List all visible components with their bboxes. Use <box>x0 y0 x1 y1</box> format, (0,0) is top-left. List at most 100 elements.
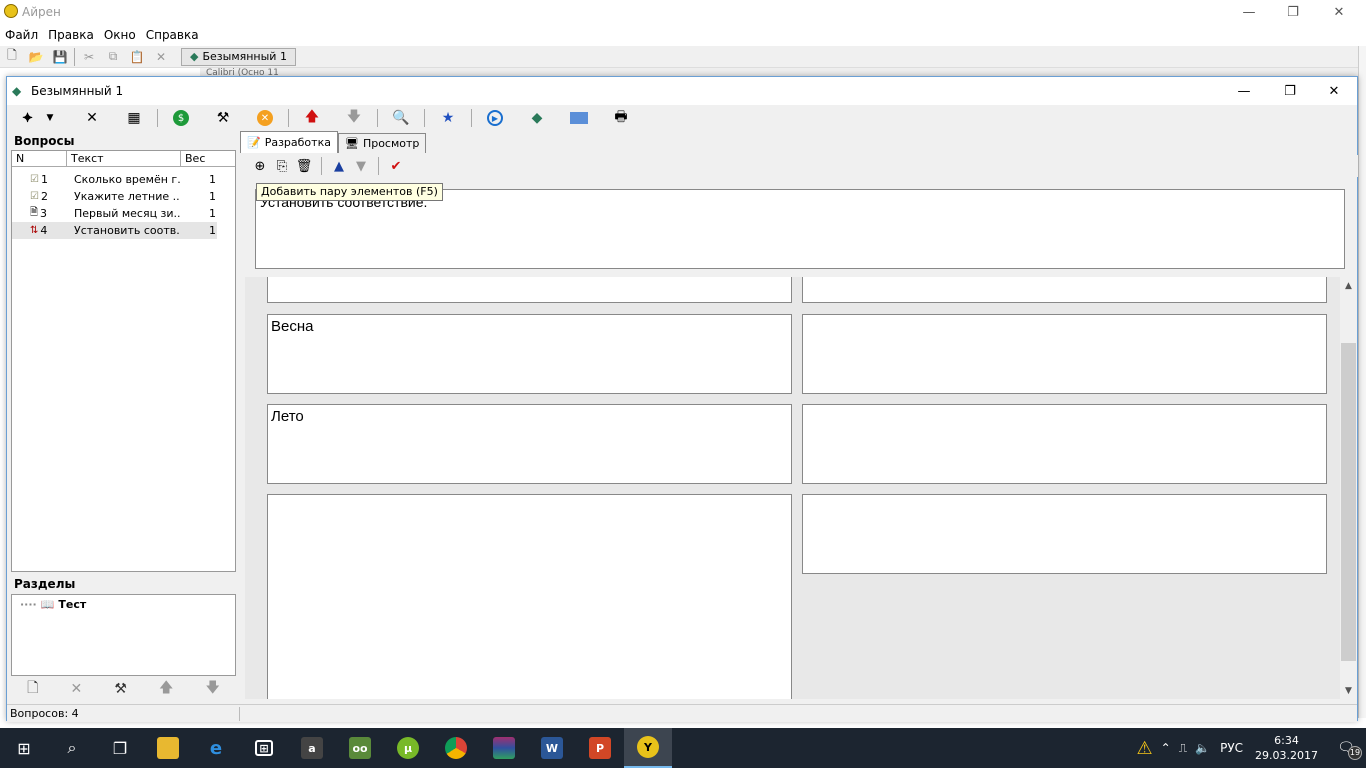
airen-app-icon[interactable]: Y <box>624 728 672 768</box>
col-weight[interactable]: Вес <box>181 151 217 166</box>
new-section-icon[interactable]: 🗋 <box>27 677 38 701</box>
scroll-up-icon[interactable]: ▲ <box>1340 277 1357 294</box>
pair-left-cell[interactable]: Весна <box>267 314 792 394</box>
pair-left-cell[interactable] <box>267 277 792 303</box>
sections-header: Разделы <box>11 575 236 593</box>
question-row[interactable]: ☑ 2 Укажите летние ... 1 <box>12 188 235 205</box>
tab-development[interactable]: 📝 Разработка <box>240 131 338 153</box>
col-number[interactable]: N <box>12 151 67 166</box>
publish-icon[interactable]: ◆ <box>526 107 548 129</box>
move-up-icon[interactable]: 🡅 <box>301 107 323 129</box>
dropdown-arrow-icon[interactable]: ▼ <box>39 107 61 129</box>
score-icon[interactable]: $ <box>170 107 192 129</box>
properties-icon[interactable]: ▦ <box>123 107 145 129</box>
question-row[interactable]: 🗎 3 Первый месяц зи... 1 <box>12 205 235 222</box>
add-pair-icon[interactable]: ⊕ <box>250 156 270 176</box>
questions-header: Вопросы <box>11 132 236 150</box>
background-window-edge <box>1358 46 1366 718</box>
section-down-icon[interactable]: 🡇 <box>206 677 220 701</box>
outer-minimize-button[interactable]: — <box>1226 0 1272 24</box>
app-title: Айрен <box>22 5 61 19</box>
volume-icon[interactable]: 🔈 <box>1195 741 1210 755</box>
pair-right-cell[interactable] <box>802 494 1327 574</box>
insert-pair-icon[interactable]: ⎘ <box>272 156 292 176</box>
col-text[interactable]: Текст <box>67 151 181 166</box>
search-icon[interactable]: ⌕ <box>48 728 96 768</box>
document-tab[interactable]: ◆ Безымянный 1 <box>181 47 296 66</box>
new-file-icon[interactable]: 🗋 <box>2 48 22 66</box>
add-question-icon[interactable]: ⯌ <box>17 107 39 129</box>
language-indicator[interactable]: РУС <box>1220 741 1243 755</box>
tools-icon[interactable]: ⚒ <box>212 107 234 129</box>
pairs-scrollbar[interactable]: ▲ ▼ <box>1340 277 1357 699</box>
delete-icon[interactable]: ✕ <box>151 48 171 66</box>
question-row[interactable]: ☑ 1 Сколько времён г... 1 <box>12 171 235 188</box>
app-logo-icon <box>4 4 18 18</box>
monitor-icon: 🖥 <box>344 137 359 150</box>
clock[interactable]: 6:34 29.03.2017 <box>1255 733 1318 763</box>
delete-section-icon[interactable]: ✕ <box>70 681 82 697</box>
sections-tree[interactable]: ···· 📖 Тест <box>11 594 236 676</box>
tripadvisor-icon[interactable]: oo <box>336 728 384 768</box>
amazon-icon[interactable]: a <box>288 728 336 768</box>
notifications-icon[interactable]: 🗨 19 <box>1326 740 1366 760</box>
search-icon[interactable]: 🔍 <box>390 107 412 129</box>
section-up-icon[interactable]: 🡅 <box>159 677 173 701</box>
check-icon[interactable]: ✔ <box>386 156 406 176</box>
questions-list[interactable]: N Текст Вес ☑ 1 Сколько времён г... 1 ☑ 2 … <box>11 150 236 572</box>
menu-edit[interactable]: Правка <box>43 28 99 42</box>
chrome-icon[interactable] <box>432 728 480 768</box>
pair-left-cell[interactable] <box>267 494 792 699</box>
utorrent-icon[interactable]: µ <box>384 728 432 768</box>
section-book-icon: 📖 <box>40 598 55 611</box>
play-icon[interactable]: ▶ <box>484 107 506 129</box>
copy-icon[interactable]: ⧉ <box>103 48 123 66</box>
menu-file[interactable]: Файл <box>0 28 43 42</box>
menu-help[interactable]: Справка <box>141 28 204 42</box>
star-icon[interactable]: ★ <box>437 107 459 129</box>
doc-close-button[interactable]: ✕ <box>1311 79 1357 103</box>
paste-icon[interactable]: 📋 <box>127 48 147 66</box>
tab-preview[interactable]: 🖥 Просмотр <box>337 133 427 153</box>
pair-up-icon[interactable]: ▲ <box>329 156 349 176</box>
menu-window[interactable]: Окно <box>99 28 141 42</box>
delete-question-icon[interactable]: ✕ <box>81 107 103 129</box>
doc-maximize-button[interactable]: ❐ <box>1267 79 1313 103</box>
print-icon[interactable]: 🖶 <box>610 107 632 129</box>
save-icon[interactable]: 💾 <box>50 48 70 66</box>
trash-icon[interactable]: 🗑 <box>294 156 314 176</box>
scroll-thumb[interactable] <box>1341 343 1356 661</box>
cancel-icon[interactable]: ✕ <box>254 107 276 129</box>
outer-maximize-button[interactable]: ❐ <box>1270 0 1316 24</box>
task-view-icon[interactable]: ❐ <box>96 728 144 768</box>
open-folder-icon[interactable]: 📂 <box>26 48 46 66</box>
warning-icon[interactable]: ⚠ <box>1137 738 1153 759</box>
pair-left-cell[interactable]: Лето <box>267 404 792 484</box>
outer-title-bar: Айрен — ❐ ✕ <box>0 0 1366 24</box>
outer-close-button[interactable]: ✕ <box>1316 0 1362 24</box>
pair-right-cell[interactable] <box>802 277 1327 303</box>
question-row-selected[interactable]: ⇅ 4 Установить соотв... 1 <box>12 222 217 239</box>
html-export-icon[interactable] <box>568 107 590 129</box>
move-down-icon[interactable]: 🡇 <box>343 107 365 129</box>
chevron-up-icon[interactable]: ⌃ <box>1161 741 1171 755</box>
winrar-icon[interactable] <box>480 728 528 768</box>
document-title-bar: ◆ Безымянный 1 — ❐ ✕ <box>7 77 1357 105</box>
scroll-down-icon[interactable]: ▼ <box>1340 682 1357 699</box>
network-icon[interactable]: ⎍ <box>1179 741 1187 756</box>
pair-right-cell[interactable] <box>802 314 1327 394</box>
pair-right-cell[interactable] <box>802 404 1327 484</box>
tree-root[interactable]: ···· 📖 Тест <box>12 595 235 611</box>
cut-icon[interactable]: ✂ <box>79 48 99 66</box>
word-icon[interactable]: W <box>528 728 576 768</box>
powerpoint-icon[interactable]: P <box>576 728 624 768</box>
start-windows-icon[interactable]: ⊞ <box>0 728 48 768</box>
store-icon[interactable]: ⊞ <box>240 728 288 768</box>
file-explorer-icon[interactable] <box>144 728 192 768</box>
tooltip: Добавить пару элементов (F5) <box>256 183 443 201</box>
pair-down-icon[interactable]: ▼ <box>351 156 371 176</box>
doc-minimize-button[interactable]: — <box>1221 79 1267 103</box>
section-tools-icon[interactable]: ⚒ <box>114 681 127 697</box>
edge-icon[interactable]: e <box>192 728 240 768</box>
question-text-field[interactable]: Установить соответствие. <box>255 189 1345 269</box>
